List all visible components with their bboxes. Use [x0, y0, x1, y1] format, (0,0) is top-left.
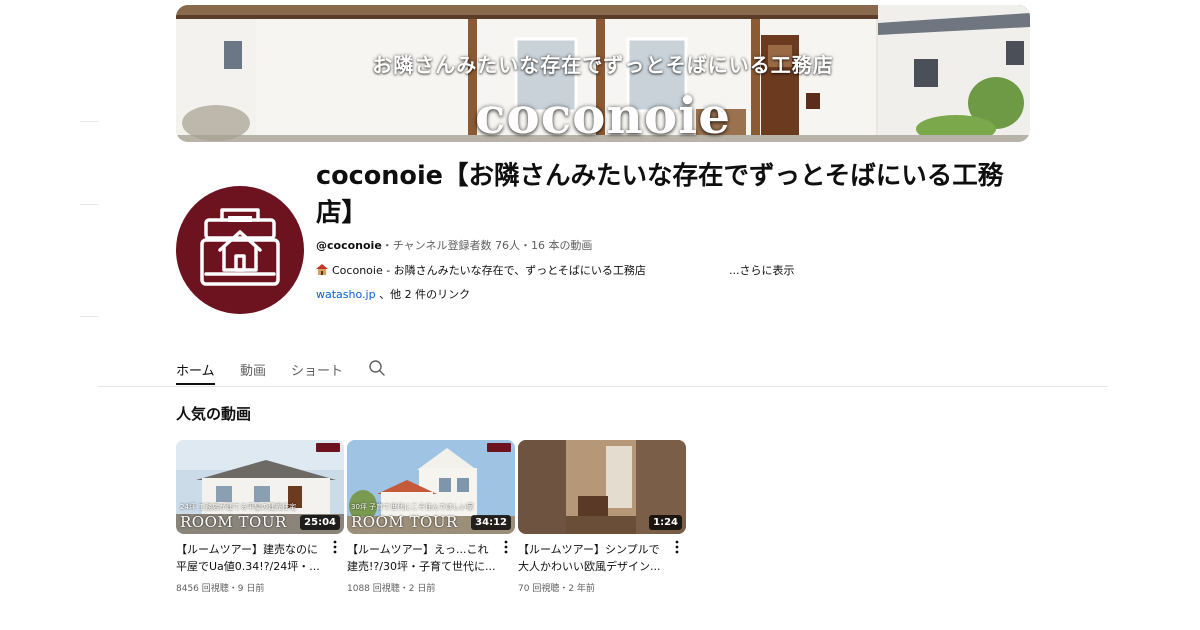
search-icon[interactable]: [368, 359, 386, 377]
banner-logo-text: coconoie: [474, 86, 732, 142]
more-vert-icon[interactable]: [503, 540, 509, 554]
brand-mark: [316, 443, 340, 452]
channel-links: watasho.jp 、他 2 件のリンク: [316, 286, 470, 302]
thumbnail-caption: 30坪 子育て世代にこそ住んでほしい家: [351, 503, 474, 511]
banner-tagline: お隣さんみたいな存在でずっとそばにいる工務店: [372, 53, 834, 77]
channel-handle: @coconoie: [316, 239, 382, 252]
channel-name: coconoie【お隣さんみたいな存在でずっとそばにいる工務店】: [316, 161, 1004, 228]
video-duration: 34:12: [471, 515, 511, 530]
more-vert-icon[interactable]: [674, 540, 680, 554]
toolbox-house-icon: [200, 208, 280, 286]
tab-shorts[interactable]: ショート: [291, 360, 343, 379]
thumbnail-label: ROOM TOUR: [180, 513, 287, 531]
thumbnail-caption: 24坪 工務店が建てる平屋の建売住宅: [180, 503, 297, 511]
video-stats: 8456 回視聴・9 日前: [176, 584, 265, 594]
thumbnail-label: ROOM TOUR: [351, 513, 458, 531]
tab-home[interactable]: ホーム: [176, 360, 215, 379]
video-title[interactable]: 【ルームツアー】えっ...これ建売!?/30坪・子育て世代に...: [347, 541, 497, 575]
channel-description-text: Coconoie - お隣さんみたいな存在で、ずっとそばにいる工務店: [332, 264, 646, 277]
video-duration: 25:04: [300, 515, 340, 530]
channel-stats: ・チャンネル登録者数 76人・16 本の動画: [381, 239, 593, 252]
video-title[interactable]: 【ルームツアー】建売なのに平屋でUa値0.34!?/24坪・...: [176, 541, 326, 575]
video-card[interactable]: 1:24 【ルームツアー】シンプルで大人かわいい欧風デザイン... 70 回視聴…: [518, 440, 686, 594]
section-title-popular: 人気の動画: [176, 405, 252, 423]
video-duration: 1:24: [649, 515, 682, 530]
tabs-divider: [98, 386, 1108, 387]
channel-banner: お隣さんみたいな存在でずっとそばにいる工務店 coconoie: [176, 5, 1030, 142]
video-card[interactable]: 30坪 子育て世代にこそ住んでほしい家 ROOM TOUR 34:12 【ルーム…: [347, 440, 515, 594]
channel-link-url[interactable]: watasho.jp: [316, 288, 376, 301]
channel-description[interactable]: Coconoie - お隣さんみたいな存在で、ずっとそばにいる工務店: [316, 262, 646, 278]
video-thumbnail[interactable]: 24坪 工務店が建てる平屋の建売住宅 ROOM TOUR 25:04: [176, 440, 344, 534]
video-title[interactable]: 【ルームツアー】シンプルで大人かわいい欧風デザイン...: [518, 541, 668, 575]
video-stats: 1088 回視聴・2 日前: [347, 584, 436, 594]
video-thumbnail[interactable]: 30坪 子育て世代にこそ住んでほしい家 ROOM TOUR 34:12: [347, 440, 515, 534]
channel-link-suffix[interactable]: 、他 2 件のリンク: [376, 288, 470, 301]
more-vert-icon[interactable]: [332, 540, 338, 554]
channel-meta: @coconoie・チャンネル登録者数 76人・16 本の動画: [316, 237, 592, 253]
tab-videos[interactable]: 動画: [240, 360, 266, 379]
show-more-link[interactable]: ...さらに表示: [729, 262, 795, 278]
video-thumbnail[interactable]: 1:24: [518, 440, 686, 534]
video-stats: 70 回視聴・2 年前: [518, 584, 595, 594]
video-card[interactable]: 24坪 工務店が建てる平屋の建売住宅 ROOM TOUR 25:04 【ルームツ…: [176, 440, 344, 594]
brand-mark: [487, 443, 511, 452]
house-emoji-icon: [316, 264, 328, 275]
channel-avatar[interactable]: [176, 186, 304, 314]
active-tab-indicator: [176, 383, 215, 385]
